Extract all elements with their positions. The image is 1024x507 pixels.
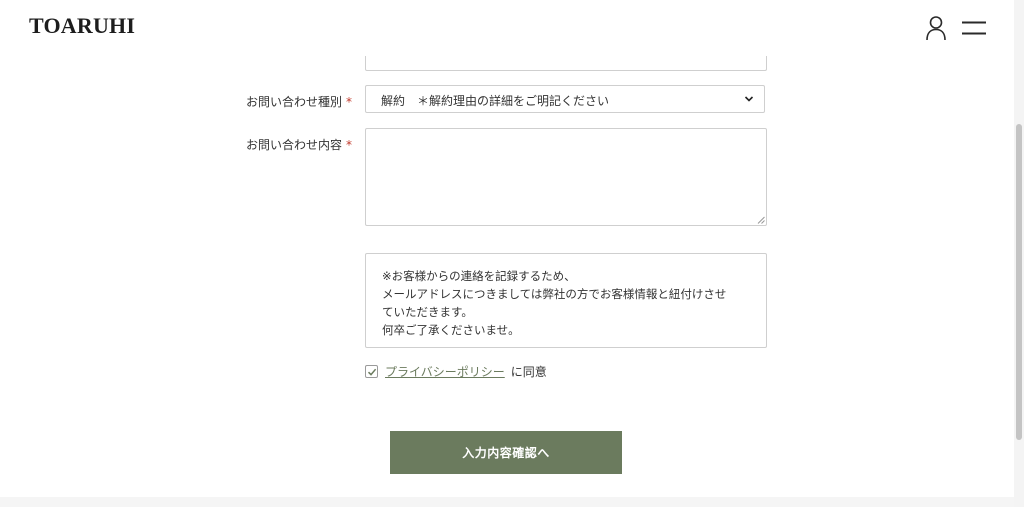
privacy-consent-row: プライバシーポリシー に同意 [365, 362, 547, 380]
menu-button[interactable] [961, 18, 987, 38]
footer-band [0, 497, 1014, 507]
inquiry-type-selected-value: 解約 ＊解約理由の詳細をご明記ください [381, 94, 610, 108]
hamburger-menu-icon [962, 21, 986, 35]
account-button[interactable] [925, 15, 947, 41]
inquiry-type-select[interactable]: 解約 ＊解約理由の詳細をご明記ください [365, 85, 765, 113]
inquiry-content-textarea[interactable] [365, 128, 767, 226]
required-mark: * [346, 138, 353, 152]
required-mark: * [346, 95, 353, 109]
chevron-down-icon [744, 96, 754, 102]
privacy-policy-link[interactable]: プライバシーポリシー [385, 363, 505, 380]
inquiry-type-label-text: お問い合わせ種別 [246, 95, 343, 109]
inquiry-content-label: お問い合わせ内容 * [246, 136, 352, 153]
inquiry-type-label: お問い合わせ種別 * [246, 93, 352, 110]
resize-grip-icon[interactable] [757, 216, 765, 224]
notice-line: メールアドレスにつきましては弊社の方でお客様情報と紐付けさせ [382, 287, 727, 301]
confirm-input-button[interactable]: 入力内容確認へ [390, 431, 622, 474]
email-notice-box: ※お客様からの連絡を記録するため、 メールアドレスにつきましては弊社の方でお客様… [365, 253, 767, 348]
notice-line: ※お客様からの連絡を記録するため、 [382, 269, 576, 283]
notice-line: 何卒ご了承くださいませ。 [382, 323, 520, 337]
scrollbar-thumb[interactable] [1016, 124, 1022, 440]
inquiry-content-label-text: お問い合わせ内容 [246, 138, 343, 152]
site-header: TOARUHI [0, 0, 1014, 56]
notice-line: ていただきます。 [382, 305, 473, 319]
user-icon [926, 16, 946, 41]
site-logo[interactable]: TOARUHI [29, 13, 135, 39]
checkmark-icon [367, 368, 377, 376]
page-scrollbar[interactable] [1014, 0, 1024, 507]
privacy-consent-checkbox[interactable] [365, 364, 378, 378]
consent-suffix-text: に同意 [510, 364, 547, 379]
